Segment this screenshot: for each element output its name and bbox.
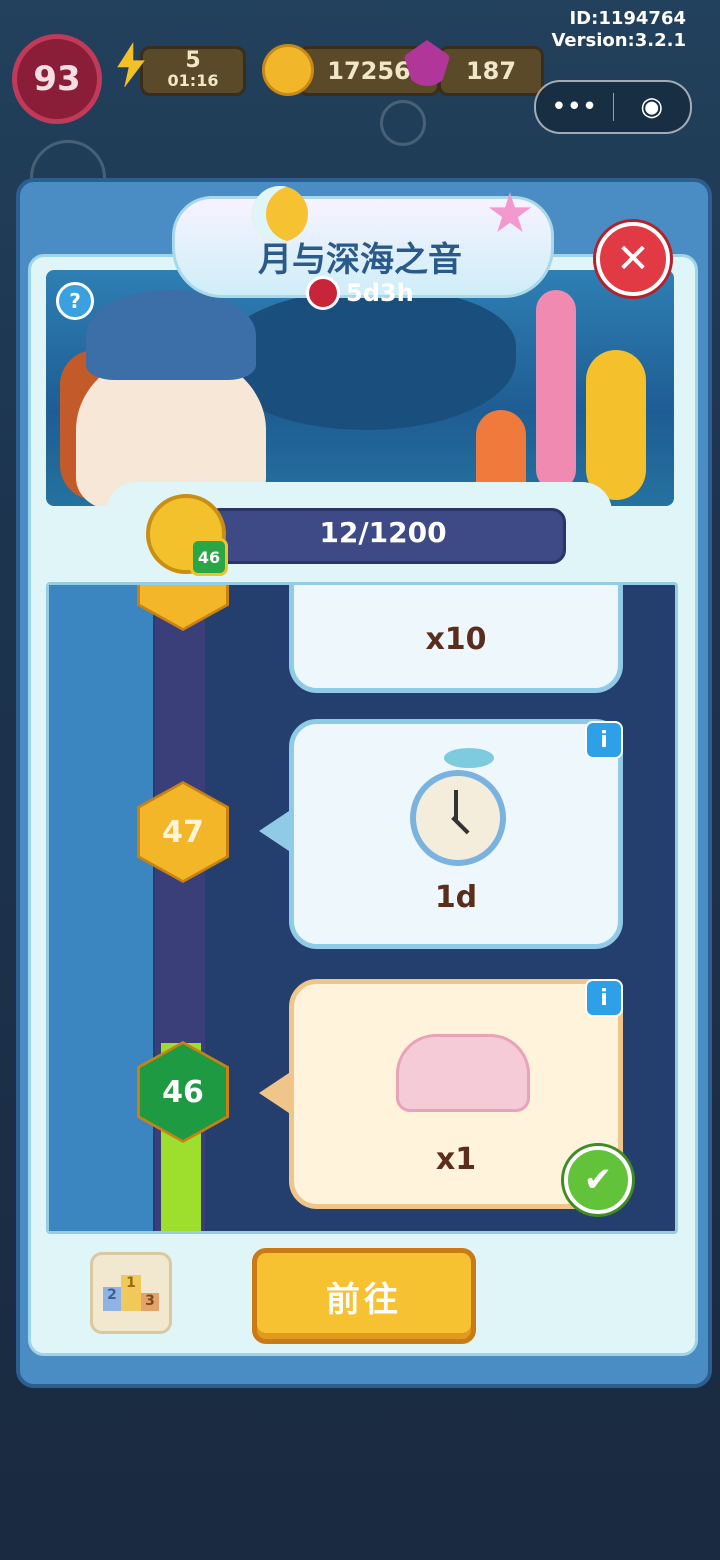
list-left-strip	[49, 585, 153, 1231]
claimed-check-icon: ✔	[564, 1146, 632, 1214]
reward-amount: 1d	[434, 880, 478, 915]
close-icon: ✕	[616, 236, 650, 282]
version-label: Version:3.2.1	[551, 30, 686, 51]
stopwatch-icon	[410, 770, 506, 866]
close-program-button[interactable]: ◉	[614, 92, 691, 122]
coin-icon	[262, 44, 314, 96]
reward-list[interactable]: x10 47 1d i 46 x1 i	[46, 582, 678, 1234]
event-timer: 5d3h	[306, 276, 416, 310]
podium-first: 1	[121, 1275, 141, 1311]
mini-program-capsule: ••• ◉	[534, 80, 692, 134]
player-id: ID:1194764	[569, 8, 686, 29]
podium-third: 3	[141, 1293, 159, 1311]
character-hat	[86, 290, 256, 380]
info-icon: i	[600, 727, 608, 753]
more-dots-icon: •••	[551, 92, 598, 122]
bubble-decoration	[380, 100, 426, 146]
gem-counter[interactable]: 187	[438, 46, 544, 96]
coral-illustration	[536, 290, 576, 490]
info-icon: i	[600, 985, 608, 1011]
info-button[interactable]: i	[585, 721, 623, 759]
event-title: 月与深海之音	[258, 240, 462, 280]
event-time-left: 5d3h	[346, 279, 414, 307]
info-button[interactable]: i	[585, 979, 623, 1017]
player-level-badge[interactable]: 93	[12, 34, 102, 124]
sofa-icon	[396, 1034, 530, 1112]
fish-icon	[444, 748, 494, 768]
reward-card[interactable]: 1d	[289, 719, 623, 949]
podium-second: 2	[103, 1287, 121, 1311]
ranking-button[interactable]: 2 1 3	[90, 1252, 172, 1334]
progress-text: 12/1200	[319, 516, 447, 549]
reward-card[interactable]: x10	[289, 585, 623, 693]
clock-icon	[306, 276, 340, 310]
coral-illustration	[586, 350, 646, 500]
help-button[interactable]: ?	[56, 282, 94, 320]
close-button[interactable]: ✕	[596, 222, 670, 296]
more-options-button[interactable]: •••	[536, 92, 613, 122]
target-circle-icon: ◉	[640, 92, 664, 122]
current-level-badge: 46	[190, 538, 228, 576]
energy-value: 5	[185, 48, 201, 73]
energy-timer: 01:16	[167, 71, 219, 90]
energy-counter[interactable]: 5 01:16	[140, 46, 246, 96]
question-icon: ?	[69, 289, 81, 313]
go-button[interactable]: 前往	[252, 1248, 476, 1344]
reward-amount: x10	[425, 622, 487, 657]
